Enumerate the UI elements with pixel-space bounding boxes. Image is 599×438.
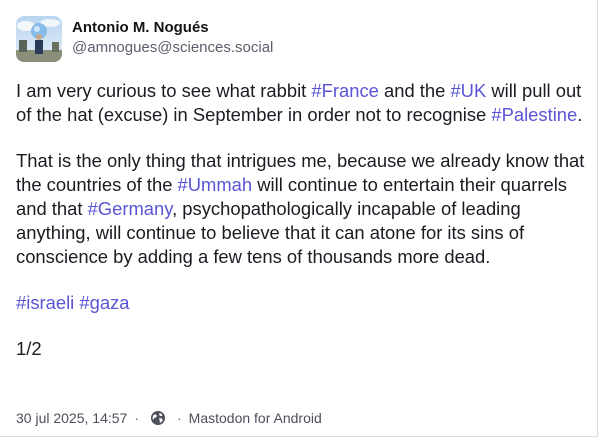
post-paragraph-2: That is the only thing that intrigues me… [16,149,586,269]
globe-icon [150,410,166,426]
hashtag-france[interactable]: #France [311,80,378,101]
thread-counter: 1/2 [16,338,42,359]
post-content: I am very curious to see what rabbit #Fr… [16,79,586,361]
author-names: Antonio M. Nogués @amnogues@sciences.soc… [72,18,273,58]
post-header: Antonio M. Nogués @amnogues@sciences.soc… [16,16,273,62]
author-handle[interactable]: @amnogues@sciences.social [72,38,273,58]
hashtag-gaza[interactable]: #gaza [79,292,129,313]
post-text: I am very curious to see what rabbit [16,80,312,101]
post-text: and the [378,80,451,101]
post-meta: 30 jul 2025, 14:57 · · Mastodon for Andr… [16,408,322,428]
meta-separator: · [134,410,139,426]
hashtag-ummah[interactable]: #Ummah [178,174,253,195]
avatar-image [16,16,62,62]
hashtag-palestine[interactable]: #Palestine [491,104,577,125]
post-timestamp[interactable]: 30 jul 2025, 14:57 [16,410,127,426]
post-card: Antonio M. Nogués @amnogues@sciences.soc… [0,0,598,437]
post-text: . [577,104,583,125]
post-paragraph-1: I am very curious to see what rabbit #Fr… [16,79,586,127]
avatar[interactable] [16,16,62,62]
hashtag-uk[interactable]: #UK [450,80,486,101]
hashtag-germany[interactable]: #Germany [88,198,173,219]
meta-separator: · [177,410,182,426]
post-tags-line: #israeli #gaza [16,291,586,315]
hashtag-israeli[interactable]: #israeli [16,292,74,313]
client-name[interactable]: Mastodon for Android [189,410,322,426]
author-display-name[interactable]: Antonio M. Nogués [72,18,273,38]
